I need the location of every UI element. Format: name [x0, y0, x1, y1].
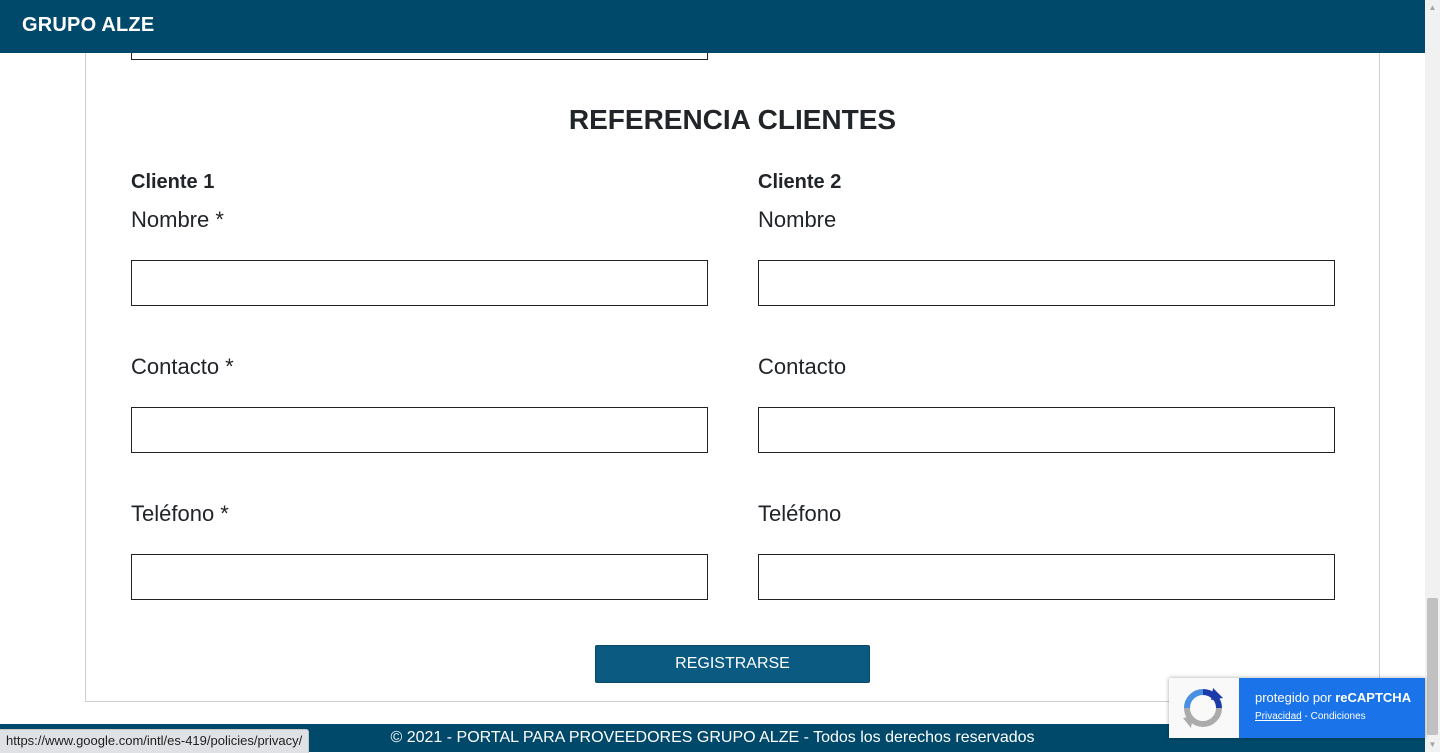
- client-1-name-label: Nombre *: [131, 207, 224, 232]
- arrow-down-icon[interactable]: ▼: [1425, 737, 1440, 752]
- recaptcha-privacy-link[interactable]: Privacidad: [1255, 711, 1302, 722]
- client-2-title: Cliente 2: [758, 171, 842, 193]
- section-title: REFERENCIA CLIENTES: [568, 104, 897, 135]
- recaptcha-protected-text: protegido por reCAPTCHA: [1255, 690, 1412, 705]
- client-1-phone-label: Teléfono *: [131, 501, 229, 526]
- recaptcha-links: Privacidad - Condiciones: [1255, 711, 1366, 722]
- client-2-name-label: Nombre: [758, 207, 837, 232]
- top-navbar: GRUPO ALZE: [0, 0, 1425, 53]
- client-1-name-input[interactable]: [131, 260, 708, 306]
- client-1-contact-label: Contacto *: [131, 354, 234, 379]
- client-1-phone-input[interactable]: [131, 554, 708, 600]
- footer-copyright: © 2021 - PORTAL PARA PROVEEDORES GRUPO A…: [390, 729, 1035, 746]
- recaptcha-logo-icon: [1169, 678, 1239, 738]
- vertical-scrollbar[interactable]: ▲ ▼: [1425, 0, 1440, 752]
- client-1-title: Cliente 1: [131, 171, 215, 193]
- client-2-contact-input[interactable]: [758, 407, 1335, 453]
- register-button[interactable]: REGISTRARSE: [595, 645, 870, 683]
- recaptcha-text-panel: protegido por reCAPTCHA Privacidad - Con…: [1239, 678, 1425, 738]
- client-2-contact-label: Contacto: [758, 354, 847, 379]
- recaptcha-terms-link[interactable]: Condiciones: [1311, 711, 1366, 722]
- brand-logo[interactable]: GRUPO ALZE: [22, 14, 154, 37]
- client-2-phone-input[interactable]: [758, 554, 1335, 600]
- client-1-contact-input[interactable]: [131, 407, 708, 453]
- status-bar-url: https://www.google.com/intl/es-419/polic…: [0, 729, 310, 753]
- recaptcha-badge[interactable]: protegido por reCAPTCHA Privacidad - Con…: [1169, 678, 1425, 738]
- arrow-up-icon[interactable]: ▲: [1425, 0, 1440, 15]
- client-2-name-input[interactable]: [758, 260, 1335, 306]
- scrollbar-thumb[interactable]: [1427, 598, 1438, 735]
- client-2-phone-label: Teléfono: [758, 501, 842, 526]
